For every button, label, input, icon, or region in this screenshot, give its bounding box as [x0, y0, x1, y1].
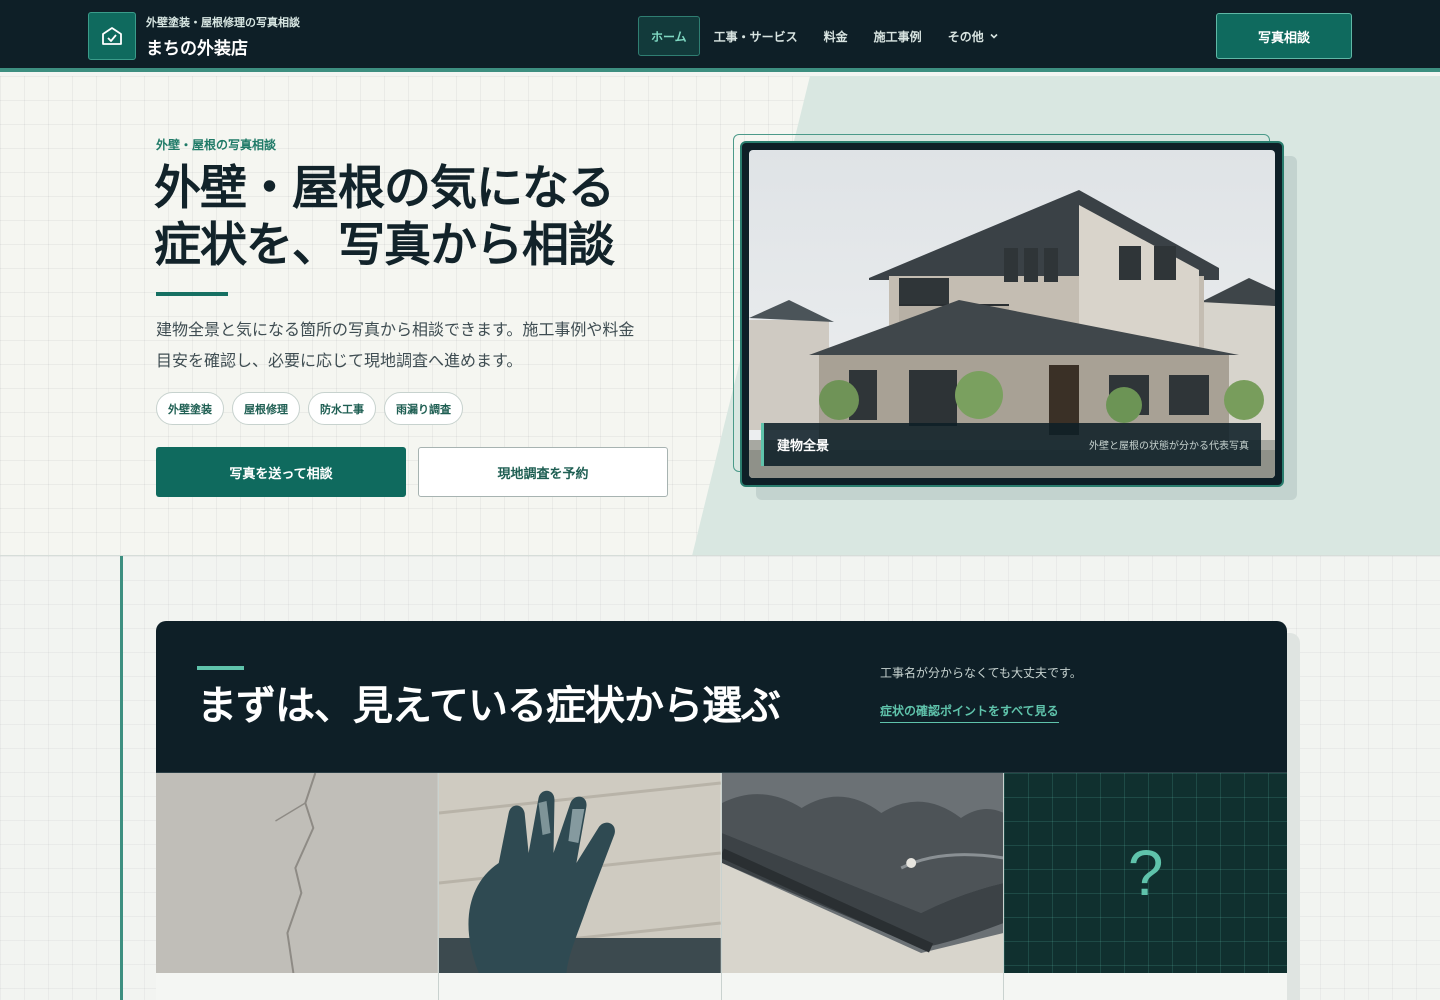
- chalking-photo: [438, 773, 721, 973]
- nav-item-cases[interactable]: 施工事例: [862, 16, 934, 56]
- photo-consult-button[interactable]: 写真相談: [1216, 13, 1352, 59]
- hero-section: 外壁・屋根の写真相談 外壁・屋根の気になる 症状を、写真から相談 建物全景と気に…: [0, 76, 1440, 556]
- chevron-down-icon: [990, 33, 998, 39]
- symptom-card-chalking[interactable]: [438, 773, 722, 1000]
- tag-waterproofing[interactable]: 防水工事: [308, 392, 376, 425]
- service-tags: 外壁塗装 屋根修理 防水工事 雨漏り調査: [156, 392, 463, 425]
- main-nav: ホーム 工事・サービス 料金 施工事例 その他: [638, 16, 1014, 56]
- hero-title-line2: 症状を、写真から相談: [154, 218, 615, 273]
- send-photo-button[interactable]: 写真を送って相談: [156, 447, 406, 497]
- photo-caption: 建物全景 外壁と屋根の状態が分かる代表写真: [761, 423, 1261, 466]
- question-mark-icon: ?: [1127, 837, 1164, 909]
- hero-description: 建物全景と気になる箇所の写真から相談できます。施工事例や料金 目安を確認し、必要…: [156, 314, 676, 376]
- symptom-cards: ?: [156, 772, 1287, 1000]
- panel-accent-rule: [197, 666, 244, 670]
- tag-leak-survey[interactable]: 雨漏り調査: [384, 392, 463, 425]
- decorative-side-line: [120, 556, 123, 1000]
- brand-name[interactable]: まちの外装店: [146, 34, 248, 59]
- unknown-symptom-tile: ?: [1004, 773, 1287, 973]
- photo-caption-title: 建物全景: [777, 439, 830, 454]
- hero-eyebrow: 外壁・屋根の写真相談: [156, 138, 277, 152]
- symptom-card-roof[interactable]: [721, 773, 1005, 1000]
- site-header: 外壁塗装・屋根修理の写真相談 まちの外装店 ホーム 工事・サービス 料金 施工事…: [0, 0, 1440, 72]
- crack-photo: [156, 773, 438, 973]
- title-underline: [156, 292, 228, 296]
- all-checkpoints-link[interactable]: 症状の確認ポイントをすべて見る: [880, 702, 1059, 723]
- nav-item-pricing[interactable]: 料金: [812, 16, 860, 56]
- symptom-card-crack[interactable]: [156, 773, 439, 1000]
- hero-desc-line2: 目安を確認し、必要に応じて現地調査へ進めます。: [156, 351, 523, 370]
- house-check-icon: [102, 27, 122, 45]
- symptoms-section: まずは、見えている症状から選ぶ 工事名が分からなくても大丈夫です。 症状の確認ポ…: [0, 556, 1440, 1000]
- symptom-card-unknown[interactable]: ?: [1004, 773, 1287, 1000]
- book-survey-button[interactable]: 現地調査を予約: [418, 447, 668, 497]
- hero-desc-line1: 建物全景と気になる箇所の写真から相談できます。施工事例や料金: [156, 320, 635, 339]
- tag-exterior-painting[interactable]: 外壁塗装: [156, 392, 224, 425]
- symptoms-note: 工事名が分からなくても大丈夫です。: [880, 666, 1082, 680]
- tag-roof-repair[interactable]: 屋根修理: [232, 392, 300, 425]
- nav-more-label: その他: [947, 29, 984, 44]
- symptoms-panel: まずは、見えている症状から選ぶ 工事名が分からなくても大丈夫です。 症状の確認ポ…: [156, 621, 1287, 1000]
- hero-title-line1: 外壁・屋根の気になる: [154, 161, 615, 216]
- nav-item-services[interactable]: 工事・サービス: [702, 16, 810, 56]
- roof-photo: [721, 773, 1004, 973]
- nav-item-home[interactable]: ホーム: [638, 16, 700, 56]
- hero-photo: 建物全景 外壁と屋根の状態が分かる代表写真: [749, 150, 1275, 478]
- hero-photo-frame: 建物全景 外壁と屋根の状態が分かる代表写真: [740, 141, 1284, 487]
- brand-tagline: 外壁塗装・屋根修理の写真相談: [146, 16, 300, 29]
- nav-item-more[interactable]: その他: [936, 16, 1012, 56]
- symptoms-title: まずは、見えている症状から選ぶ: [197, 683, 781, 729]
- hero-title: 外壁・屋根の気になる 症状を、写真から相談: [154, 160, 674, 274]
- logo[interactable]: [88, 12, 136, 60]
- photo-caption-note: 外壁と屋根の状態が分かる代表写真: [1089, 441, 1249, 452]
